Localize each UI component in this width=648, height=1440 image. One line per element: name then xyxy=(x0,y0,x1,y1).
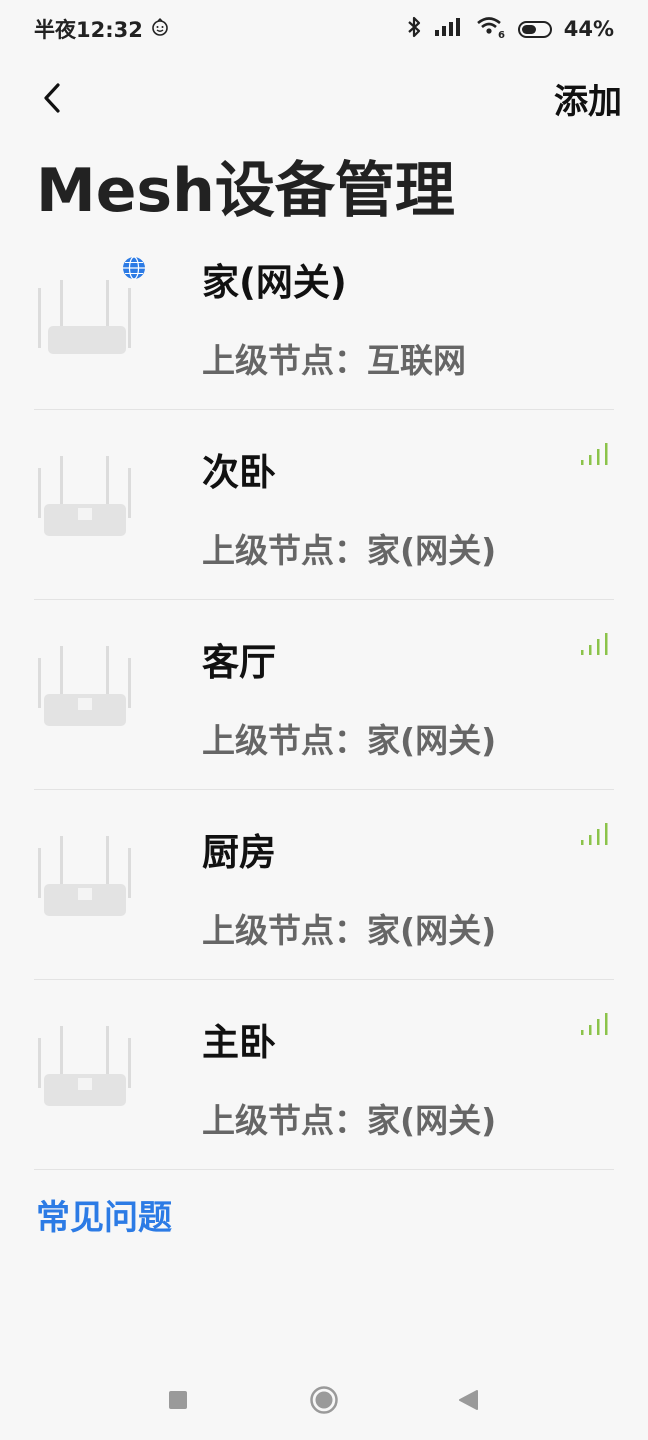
battery-level: 44% xyxy=(563,17,614,41)
parent-node: 上级节点：互联网 xyxy=(202,334,466,382)
device-name: 家(网关) xyxy=(202,261,347,304)
system-back-button[interactable] xyxy=(452,1384,484,1416)
wifi-icon: 6 xyxy=(476,15,506,44)
parent-value: 家(网关) xyxy=(367,1101,497,1140)
page-title: Mesh设备管理 xyxy=(36,156,455,226)
parent-prefix: 上级节点： xyxy=(202,1101,367,1140)
recents-button[interactable] xyxy=(162,1384,194,1416)
device-item[interactable]: 主卧 上级节点：家(网关) xyxy=(34,980,614,1170)
smiley-icon xyxy=(151,17,169,41)
status-right: 6 44% xyxy=(406,15,614,44)
bluetooth-icon xyxy=(406,16,422,43)
chevron-left-icon xyxy=(44,83,60,113)
svg-text:6: 6 xyxy=(498,30,505,39)
system-nav-bar xyxy=(0,1370,648,1430)
parent-value: 互联网 xyxy=(367,341,466,380)
signal-strength-icon xyxy=(581,633,608,655)
home-button[interactable] xyxy=(308,1384,340,1416)
device-name: 厨房 xyxy=(202,831,276,874)
signal-strength-icon xyxy=(581,1013,608,1035)
back-button[interactable] xyxy=(34,80,70,116)
router-image xyxy=(38,456,131,536)
status-time: 半夜12:32 xyxy=(34,18,143,42)
device-item[interactable]: 厨房 上级节点：家(网关) xyxy=(34,790,614,980)
status-bar: 半夜12:32 6 44% xyxy=(0,0,648,58)
device-name: 次卧 xyxy=(202,451,276,494)
router-image xyxy=(38,646,131,726)
battery-icon xyxy=(517,20,552,38)
parent-prefix: 上级节点： xyxy=(202,341,367,380)
parent-value: 家(网关) xyxy=(367,721,497,760)
parent-prefix: 上级节点： xyxy=(202,531,367,570)
parent-node: 上级节点：家(网关) xyxy=(202,1094,496,1142)
parent-node: 上级节点：家(网关) xyxy=(202,904,496,952)
globe-icon xyxy=(123,256,145,280)
router-image xyxy=(38,836,131,916)
parent-prefix: 上级节点： xyxy=(202,721,367,760)
top-nav: 添加 xyxy=(0,70,648,126)
parent-value: 家(网关) xyxy=(367,531,497,570)
add-button[interactable]: 添加 xyxy=(554,74,622,123)
parent-value: 家(网关) xyxy=(367,911,497,950)
back-triangle-icon xyxy=(459,1390,478,1410)
parent-node: 上级节点：家(网关) xyxy=(202,524,496,572)
device-name: 客厅 xyxy=(202,641,276,684)
home-circle-icon xyxy=(310,1386,338,1414)
faq-link[interactable]: 常见问题 xyxy=(36,1190,172,1239)
device-item-gateway[interactable]: 家(网关) 上级节点：互联网 xyxy=(34,220,614,410)
parent-prefix: 上级节点： xyxy=(202,911,367,950)
status-left: 半夜12:32 xyxy=(34,14,169,44)
signal-strength-icon xyxy=(581,443,608,465)
recents-square-icon xyxy=(169,1391,187,1409)
signal-strength-icon xyxy=(581,823,608,845)
router-image xyxy=(38,1026,131,1106)
device-item[interactable]: 次卧 上级节点：家(网关) xyxy=(34,410,614,600)
parent-node: 上级节点：家(网关) xyxy=(202,714,496,762)
cellular-signal-icon xyxy=(434,17,464,42)
device-list: 家(网关) 上级节点：互联网 次卧 上级节点：家(网关) 客厅 上级节点：家(网… xyxy=(0,220,648,1170)
device-name: 主卧 xyxy=(202,1021,276,1064)
device-item[interactable]: 客厅 上级节点：家(网关) xyxy=(34,600,614,790)
